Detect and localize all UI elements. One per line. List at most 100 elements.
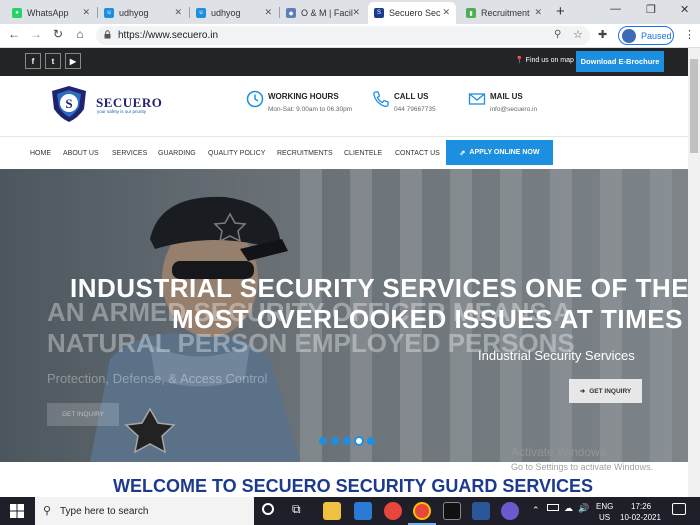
tab-om-facility[interactable]: ◆ O & M | Facil ✕ [280,2,366,24]
close-tab-icon[interactable]: ✕ [534,7,542,18]
mail-us-title: MAIL US [490,92,523,101]
tab-label: WhatsApp [27,8,69,18]
browser-tab-bar: ● WhatsApp ✕ u udhyog ✕ u udhyog ✕ ◆ O &… [0,0,700,24]
vscode-icon[interactable] [354,502,372,520]
nav-quality-policy[interactable]: QUALITY POLICY [208,150,265,157]
tab-whatsapp[interactable]: ● WhatsApp ✕ [6,2,96,24]
download-brochure-button[interactable]: Download E-Brochure [576,51,664,72]
youtube-icon[interactable]: ▶ [65,53,81,69]
facebook-icon[interactable]: f [25,53,41,69]
apply-online-button[interactable]: ⇗ APPLY ONLINE NOW [446,140,553,165]
more-menu-icon[interactable]: ⋮ [684,28,695,41]
find-us-on-map-link[interactable]: 📍 Find us on map [515,56,574,64]
whatsapp-icon: ● [12,8,22,18]
task-view-icon[interactable]: ⧉ [292,502,301,517]
nav-clientele[interactable]: CLIENTELE [344,150,382,157]
terminal-icon[interactable] [443,502,461,520]
home-icon[interactable]: ⌂ [72,27,88,41]
tab-label: udhyog [119,8,149,18]
arrow-right-icon: ➜ [579,388,586,395]
tab-recruitment[interactable]: ▮ Recruitment ✕ [460,2,548,24]
tab-label: Secuero Sec [389,8,441,18]
call-us-value[interactable]: 044 79667735 [394,106,436,113]
working-hours-title: WORKING HOURS [268,92,339,101]
slider-dot-1[interactable] [319,437,327,445]
new-tab-button[interactable]: + [556,3,565,20]
facility-icon: ◆ [286,8,296,18]
activate-windows-title: Activate Windows [511,445,606,459]
hero-headline-line-1: INDUSTRIAL SECURITY SERVICES ONE OF THE [70,273,688,303]
close-tab-icon[interactable]: ✕ [82,7,90,18]
notification-icon[interactable] [672,503,686,515]
find-map-label: Find us on map [525,57,574,64]
taskbar-search-input[interactable]: ⚲ Type here to search [35,497,254,525]
zoom-icon[interactable]: ⚲ [554,29,561,40]
file-explorer-icon[interactable] [323,502,341,520]
close-tab-icon[interactable]: ✕ [352,7,360,18]
back-icon[interactable]: ← [6,27,22,41]
nav-services[interactable]: SERVICES [112,150,147,157]
language-indicator[interactable]: ENG [596,502,613,511]
activate-windows-subtitle: Go to Settings to activate Windows. [511,462,654,472]
clock-time[interactable]: 17:26 [631,502,651,511]
word-icon[interactable] [472,502,490,520]
lock-icon [104,30,111,39]
slider-dot-3[interactable] [343,437,351,445]
mail-icon [468,93,486,105]
chrome-icon[interactable] [384,502,402,520]
minimize-icon[interactable]: — [610,3,621,15]
cortana-icon[interactable] [262,503,274,515]
twitter-icon[interactable]: t [45,53,61,69]
search-icon: ⚲ [43,505,52,517]
browser-toolbar: ← → ↻ ⌂ https://www.secuero.in ⚲ ☆ ✚ Pau… [0,24,700,48]
tray-chevron-icon[interactable]: ⌃ [532,505,540,516]
volume-icon[interactable]: 🔊 [578,503,589,514]
call-us-title: CALL US [394,92,429,101]
nav-home[interactable]: HOME [30,150,51,157]
apply-label: APPLY ONLINE NOW [469,149,540,156]
extensions-icon[interactable]: ✚ [598,28,607,41]
slider-dot-2[interactable] [331,437,339,445]
battery-icon[interactable] [547,504,559,511]
region-indicator[interactable]: US [599,513,610,522]
tab-udhyog-2[interactable]: u udhyog ✕ [190,2,278,24]
nav-about-us[interactable]: ABOUT US [63,150,99,157]
hero-headline-line-2: MOST OVERLOOKED ISSUES AT TIMES [172,304,683,334]
windows-start-icon[interactable] [10,504,24,518]
phone-icon [373,91,389,107]
tab-label: udhyog [211,8,241,18]
profile-status: Paused [641,30,672,41]
nav-guarding[interactable]: GUARDING [158,150,196,157]
udhyog-icon: u [104,8,114,18]
clock-icon [246,90,264,108]
tab-udhyog-1[interactable]: u udhyog ✕ [98,2,188,24]
bookmark-star-icon[interactable]: ☆ [573,28,583,41]
get-inquiry-button[interactable]: ➜ GET INQUIRY [569,379,642,403]
close-window-icon[interactable]: ✕ [680,3,689,16]
close-tab-icon[interactable]: ✕ [264,7,272,18]
slider-dot-4-active[interactable] [354,436,364,446]
get-inquiry-label: GET INQUIRY [589,387,632,395]
secuero-logo-icon[interactable]: S [48,85,90,123]
tab-secuero[interactable]: S Secuero Sec ✕ [368,2,456,24]
onedrive-icon[interactable]: ☁ [564,503,573,514]
nav-contact-us[interactable]: CONTACT US [395,150,440,157]
svg-text:S: S [65,96,72,111]
avatar [622,29,636,43]
profile-button[interactable]: Paused [618,26,674,45]
scrollbar-thumb[interactable] [690,59,698,153]
address-bar[interactable]: https://www.secuero.in ⚲ ☆ [96,26,590,45]
restore-icon[interactable]: ❐ [646,3,656,16]
clock-date[interactable]: 10-02-2021 [620,513,661,522]
close-tab-icon[interactable]: ✕ [442,7,450,18]
reload-icon[interactable]: ↻ [50,27,66,41]
chrome-active-icon[interactable] [413,502,431,520]
mail-us-value[interactable]: info@secuero.in [490,106,537,113]
search-placeholder: Type here to search [60,505,149,517]
forward-icon[interactable]: → [28,27,44,41]
slider-dot-5[interactable] [367,437,375,445]
app-icon[interactable] [501,502,519,520]
previous-slide-subheading: Protection, Defense, & Access Control [47,371,268,386]
nav-recruitments[interactable]: RECRUITMENTS [277,150,333,157]
close-tab-icon[interactable]: ✕ [174,7,182,18]
